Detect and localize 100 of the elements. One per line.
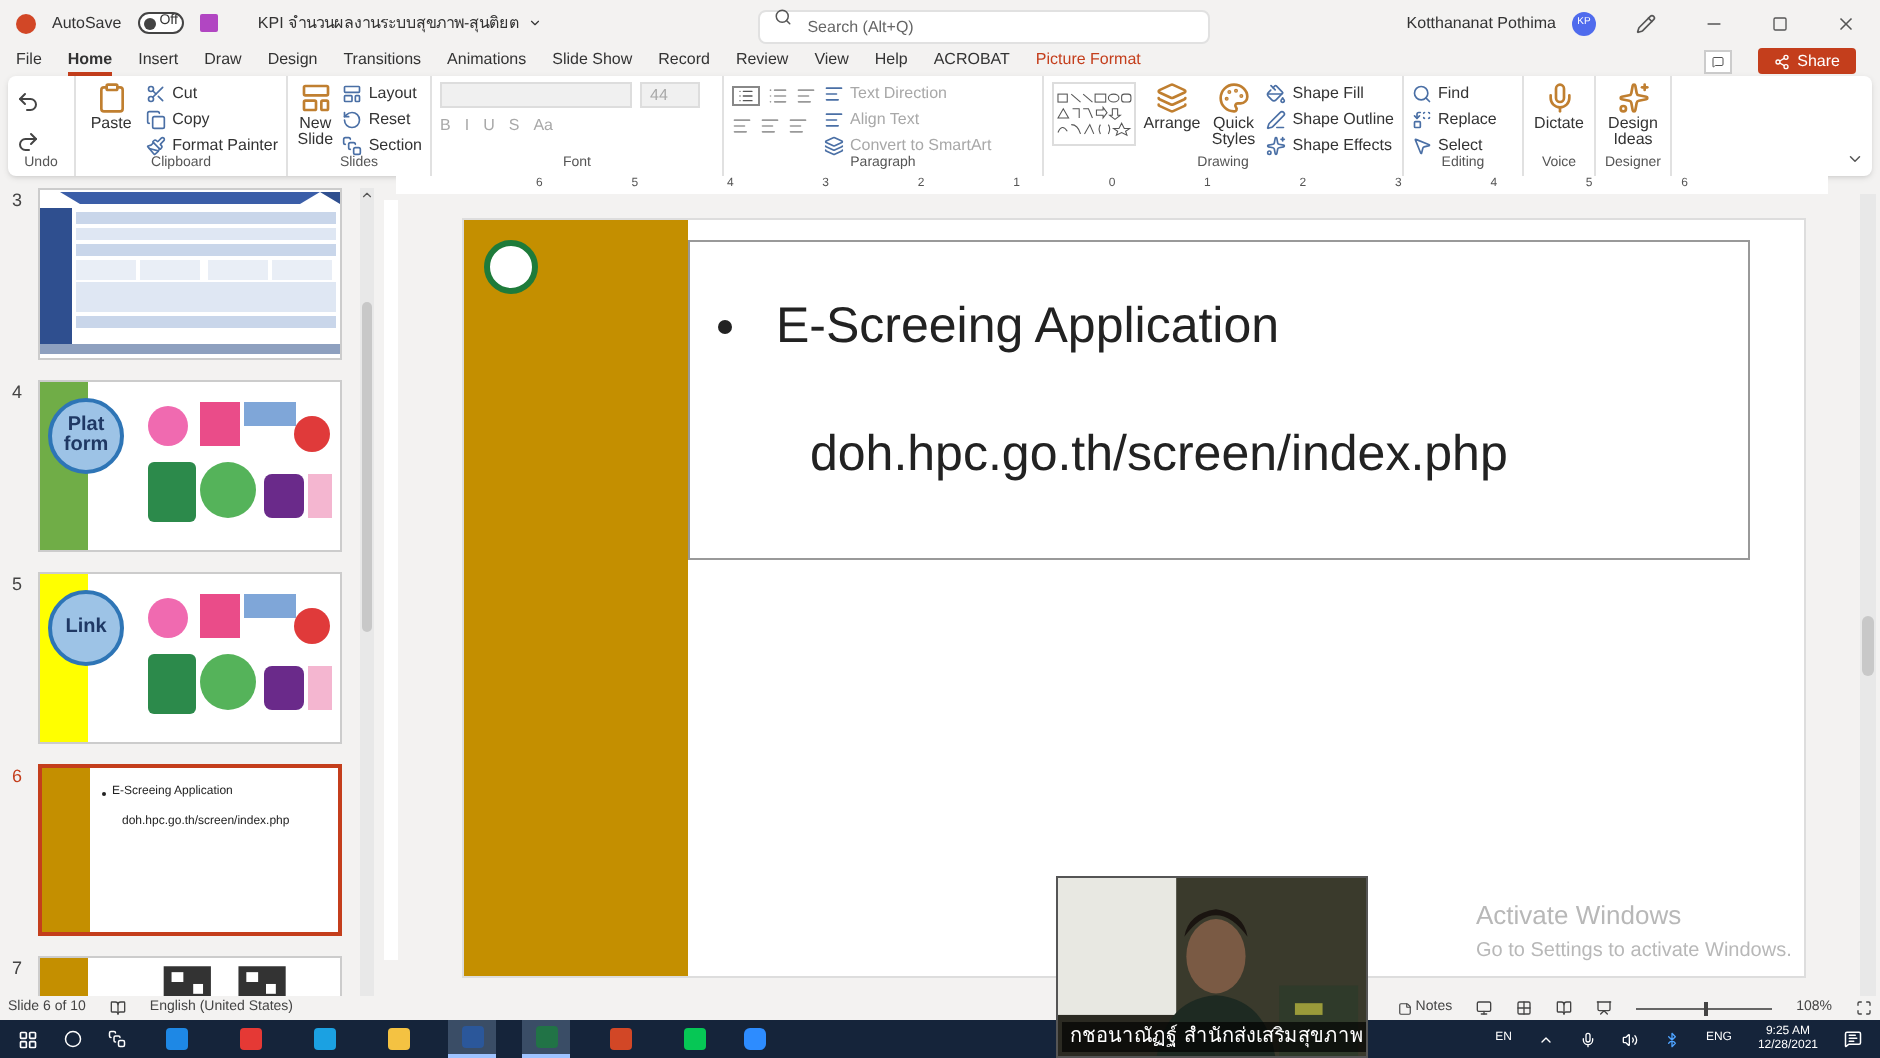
- layers-icon: [1156, 82, 1189, 114]
- ribbon-button[interactable]: Copy: [146, 108, 278, 132]
- sorter-view-icon[interactable]: [1516, 1000, 1533, 1016]
- search-icon[interactable]: [64, 1030, 82, 1048]
- close-icon[interactable]: [1836, 13, 1856, 33]
- ribbon-button[interactable]: Shape Effects: [1266, 134, 1394, 158]
- menu-tab[interactable]: Draw: [204, 46, 242, 76]
- normal-view-icon[interactable]: [1476, 1000, 1493, 1016]
- bullets-icon[interactable]: [732, 86, 760, 106]
- undo-icon[interactable]: [16, 90, 40, 114]
- menu-tab[interactable]: File: [16, 46, 42, 76]
- justify-icon[interactable]: [788, 116, 808, 136]
- ribbon-button[interactable]: Replace: [1412, 108, 1497, 132]
- slide-number: 5: [12, 572, 25, 598]
- ribbon-button[interactable]: Paste: [84, 82, 139, 132]
- search-icon: [1412, 84, 1432, 104]
- spelling-icon[interactable]: [109, 1000, 126, 1016]
- ribbon-button[interactable]: Section: [342, 134, 422, 158]
- lines-icon: [824, 84, 844, 104]
- task-view-icon[interactable]: [108, 1030, 126, 1048]
- pen-icon: [1266, 110, 1287, 130]
- ribbon-button[interactable]: Design Ideas: [1604, 82, 1662, 148]
- ribbon-button[interactable]: Layout: [342, 82, 422, 106]
- ribbon-button[interactable]: Shape Fill: [1266, 82, 1394, 106]
- url-text: doh.hpc.go.th/screen/index.php: [808, 426, 1510, 482]
- ribbon-button[interactable]: Quick Styles: [1208, 82, 1259, 148]
- bullet-text: E-Screeing Application: [776, 298, 1280, 354]
- layout-icon: [299, 82, 332, 114]
- start-icon[interactable]: [18, 1029, 38, 1049]
- reset-icon: [342, 110, 363, 130]
- redo-icon[interactable]: [16, 130, 40, 154]
- circle-title: Link: [48, 590, 124, 666]
- slide-thumbnail[interactable]: Link: [38, 572, 342, 744]
- menu-tab[interactable]: Record: [658, 46, 710, 76]
- paint-bucket-icon: [1266, 84, 1287, 104]
- restore-icon[interactable]: [1772, 15, 1788, 31]
- menu-tab[interactable]: ACROBAT: [933, 46, 1010, 76]
- notes-icon: [1397, 1001, 1412, 1015]
- logo-icon: [484, 240, 538, 294]
- collapse-ribbon-icon[interactable]: [1846, 150, 1864, 168]
- menu-tab[interactable]: Insert: [138, 46, 179, 76]
- palette-icon: [1217, 82, 1250, 114]
- scroll-up-icon[interactable]: [360, 188, 374, 202]
- pointer-icon: [1412, 136, 1432, 156]
- video-caption: กชอนาณัฏฐ์ สำนักส่งเสริมสุขภาพ: [1062, 1022, 1366, 1052]
- slide-number: 7: [12, 956, 25, 982]
- lines-icon: [824, 110, 844, 130]
- numbering-icon[interactable]: [768, 86, 788, 106]
- center-icon[interactable]: [760, 116, 780, 136]
- ribbon-button[interactable]: Select: [1412, 134, 1497, 158]
- ribbon-button[interactable]: Find: [1412, 82, 1497, 106]
- autosave-label: AutoSave: [52, 11, 122, 35]
- share-icon: [1773, 53, 1790, 69]
- ribbon-button[interactable]: Cut: [146, 82, 278, 106]
- app-logo-icon: [16, 13, 36, 33]
- ribbon-button[interactable]: Arrange: [1143, 82, 1201, 132]
- sparkles-icon: [1266, 136, 1287, 156]
- zoom-thumb[interactable]: [1704, 1001, 1709, 1015]
- document-title: KPI จำนวนผลงานระบบสุขภาพ-สุนติยต: [257, 11, 520, 35]
- comments-icon[interactable]: [1703, 49, 1732, 73]
- scroll-thumb[interactable]: [362, 302, 372, 632]
- layout-icon: [342, 84, 363, 104]
- scroll-thumb[interactable]: [1862, 616, 1874, 676]
- microphone-icon[interactable]: [1579, 1031, 1596, 1047]
- notifications-icon[interactable]: [1844, 1030, 1862, 1048]
- bluetooth-icon[interactable]: [1663, 1031, 1680, 1047]
- slide-number: 3: [12, 188, 25, 214]
- menu-tab[interactable]: Design: [267, 46, 318, 76]
- pen-icon[interactable]: [1636, 13, 1656, 33]
- menu-tab[interactable]: Help: [874, 46, 908, 76]
- slideshow-icon[interactable]: [1596, 1000, 1613, 1016]
- menu-tab[interactable]: Transitions: [343, 46, 422, 76]
- slide-number: 6: [12, 764, 25, 790]
- menu-tab[interactable]: Review: [735, 46, 789, 76]
- menu-tab[interactable]: Slide Show: [552, 46, 633, 76]
- menu-tab[interactable]: Animations: [447, 46, 527, 76]
- ribbon-button[interactable]: Shape Outline: [1266, 108, 1394, 132]
- font-name-field[interactable]: [440, 82, 632, 108]
- ribbon-button[interactable]: Format Painter: [146, 134, 278, 158]
- dropdown-icon[interactable]: [527, 16, 542, 30]
- ribbon-button[interactable]: New Slide: [296, 82, 335, 148]
- shapes-gallery[interactable]: [1052, 82, 1136, 146]
- menu-tab[interactable]: View: [814, 46, 849, 76]
- scissors-icon: [146, 84, 167, 104]
- reading-view-icon[interactable]: [1556, 1000, 1573, 1016]
- ribbon-button[interactable]: Dictate: [1532, 82, 1586, 132]
- ribbon-button[interactable]: Reset: [342, 108, 422, 132]
- user-name: Kotthananat Pothima: [1406, 11, 1556, 35]
- share-button[interactable]: Share: [1757, 48, 1856, 74]
- replace-icon: [1412, 110, 1432, 130]
- taskbar-app[interactable]: [522, 1020, 570, 1058]
- fit-icon[interactable]: [1856, 1000, 1872, 1016]
- slide-thumbnail[interactable]: Plat form: [38, 380, 342, 552]
- indent-icon[interactable]: [796, 86, 816, 106]
- search-field[interactable]: Search (Alt+Q): [757, 9, 1210, 43]
- volume-icon[interactable]: [1621, 1031, 1638, 1047]
- menu-tab[interactable]: Picture Format: [1035, 46, 1141, 76]
- microphone-icon: [1543, 82, 1575, 114]
- taskbar-app[interactable]: [448, 1020, 496, 1058]
- align-icon[interactable]: [732, 116, 752, 136]
